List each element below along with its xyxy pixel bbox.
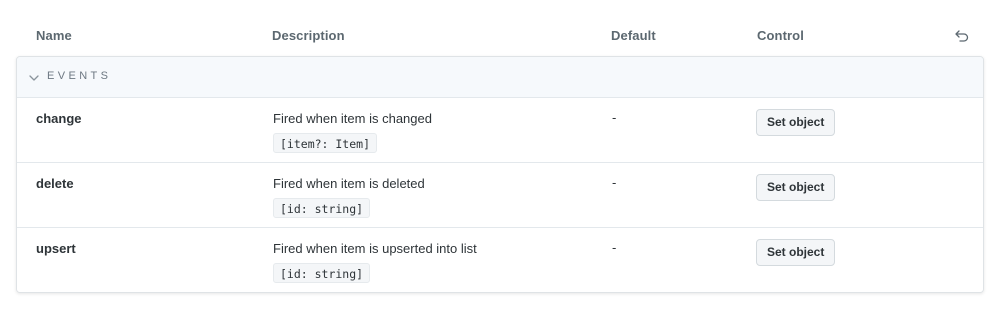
row-name: upsert bbox=[36, 241, 76, 256]
row-name: delete bbox=[36, 176, 74, 191]
set-object-button[interactable]: Set object bbox=[756, 109, 836, 136]
section-label: EVENTS bbox=[47, 70, 112, 82]
table-row: delete Fired when item is deleted [id: s… bbox=[17, 163, 983, 228]
row-default: - bbox=[612, 240, 617, 255]
args-table: EVENTS change Fired when item is changed… bbox=[16, 56, 984, 293]
row-description: Fired when item is deleted bbox=[273, 176, 425, 191]
chevron-down-icon bbox=[28, 71, 40, 83]
row-default: - bbox=[612, 175, 617, 190]
table-row: change Fired when item is changed [item?… bbox=[17, 98, 983, 163]
row-default: - bbox=[612, 110, 617, 125]
row-description: Fired when item is upserted into list bbox=[273, 241, 477, 256]
section-toggle-events[interactable]: EVENTS bbox=[17, 57, 983, 98]
row-description: Fired when item is changed bbox=[273, 111, 432, 126]
table-header: Name Description Default Control bbox=[0, 0, 1000, 56]
column-header-description: Description bbox=[272, 28, 345, 43]
column-header-name: Name bbox=[36, 28, 72, 43]
set-object-button[interactable]: Set object bbox=[756, 239, 836, 266]
set-object-button[interactable]: Set object bbox=[756, 174, 836, 201]
row-type-code: [id: string] bbox=[273, 198, 371, 218]
undo-icon-glyph bbox=[955, 30, 969, 42]
row-type-code: [item?: Item] bbox=[273, 133, 378, 153]
row-name: change bbox=[36, 111, 82, 126]
row-type-code: [id: string] bbox=[273, 263, 371, 283]
undo-icon[interactable] bbox=[954, 28, 970, 44]
column-header-control: Control bbox=[757, 28, 804, 43]
table-row: upsert Fired when item is upserted into … bbox=[17, 228, 983, 292]
column-header-default: Default bbox=[611, 28, 656, 43]
